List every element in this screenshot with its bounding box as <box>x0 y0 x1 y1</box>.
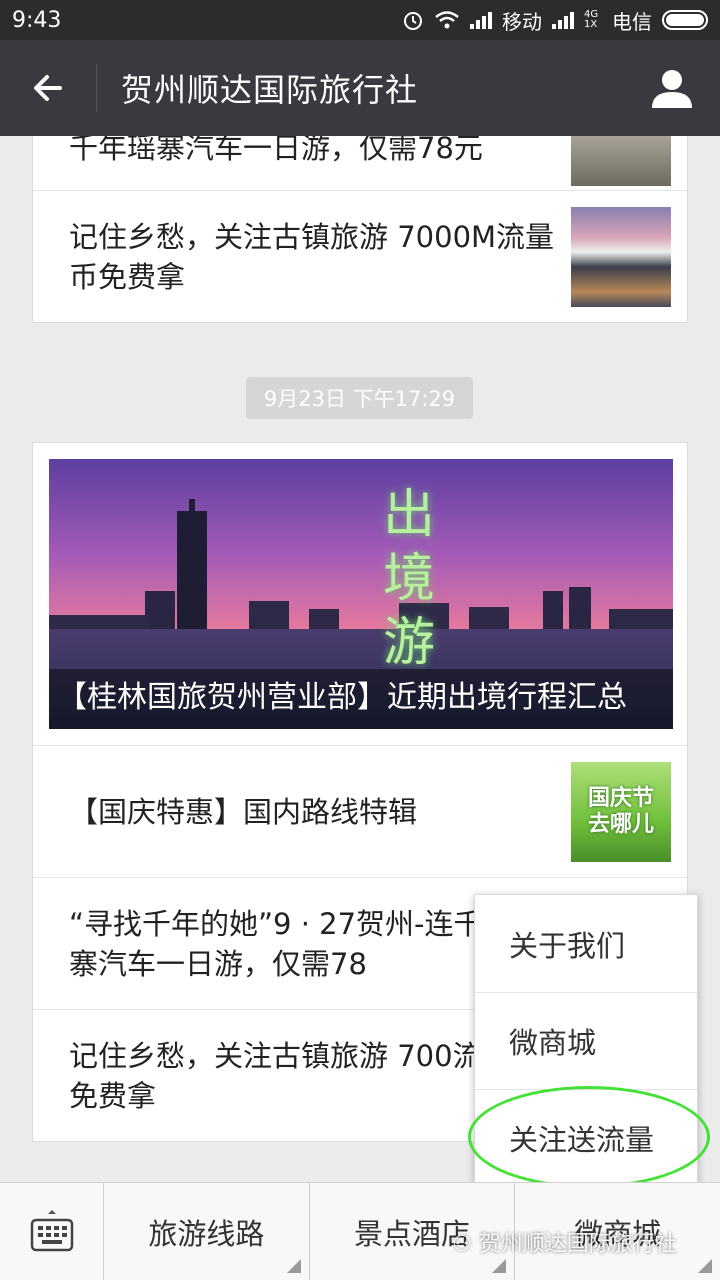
menu-tab-label: 旅游线路 <box>148 1217 265 1251</box>
submenu-indicator-icon <box>286 1259 301 1273</box>
title-divider <box>96 64 97 112</box>
article-title: 千年瑶寨汽车一日游，仅需78元 <box>69 136 483 165</box>
wifi-icon <box>435 11 459 29</box>
article-thumbnail <box>571 136 671 186</box>
status-time: 9:43 <box>12 7 62 33</box>
submenu-popup: 关于我们 微商城 关注送流量 <box>474 894 698 1202</box>
article-item[interactable]: 千年瑶寨汽车一日游，仅需78元 <box>33 136 687 190</box>
menu-item-micro-mall[interactable]: 微商城 <box>475 992 697 1089</box>
city-skyline-image <box>49 499 673 631</box>
article-item[interactable]: 记住乡愁，关注古镇旅游 7000M流量币免费拿 <box>33 190 687 322</box>
network-type-label: 4G 1X <box>584 9 599 30</box>
signal-icon <box>470 11 492 29</box>
back-button[interactable] <box>0 40 96 136</box>
hero-caption: 【桂林国旅贺州营业部】近期出境行程汇总 <box>49 669 673 729</box>
user-icon <box>652 70 692 108</box>
article-thumbnail <box>571 206 671 307</box>
hero-overlay-text: 出境游 <box>382 485 435 673</box>
keyboard-icon <box>30 1210 73 1252</box>
carrier1-label: 移动 <box>502 9 542 34</box>
page-title: 贺州顺达国际旅行社 <box>121 71 419 109</box>
battery-icon <box>662 10 708 30</box>
submenu-indicator-icon <box>492 1259 507 1273</box>
submenu-indicator-icon <box>698 1259 713 1273</box>
arrow-left-icon <box>34 75 62 101</box>
article-card-top: 千年瑶寨汽车一日游，仅需78元 记住乡愁，关注古镇旅游 7000M流量币免费拿 <box>32 136 688 323</box>
article-title: 记住乡愁，关注古镇旅游 7000M流量币免费拿 <box>69 219 555 294</box>
watermark: ⚇ 贺州顺达国际旅行社 <box>452 1226 677 1258</box>
profile-button[interactable] <box>624 40 720 136</box>
message-timestamp: 9月23日 下午17:29 <box>246 377 473 419</box>
watermark-text: 贺州顺达国际旅行社 <box>478 1232 677 1257</box>
keyboard-toggle-button[interactable] <box>0 1183 104 1280</box>
menu-item-about-us[interactable]: 关于我们 <box>475 895 697 992</box>
article-title: 【国庆特惠】国内路线特辑 <box>69 794 418 829</box>
article-thumbnail: 国庆节去哪儿 <box>571 761 671 862</box>
status-icons: 移动 4G 1X 电信 <box>402 6 708 35</box>
carrier2-label: 电信 <box>612 9 652 34</box>
menu-item-follow-data-gift[interactable]: 关注送流量 <box>475 1089 697 1186</box>
thumbnail-text: 国庆节去哪儿 <box>587 785 654 837</box>
wechat-icon: ⚇ <box>452 1232 472 1257</box>
article-item[interactable]: 【国庆特惠】国内路线特辑 国庆节去哪儿 <box>33 745 687 877</box>
title-bar: 贺州顺达国际旅行社 <box>0 40 720 136</box>
hero-article[interactable]: 出境游 【桂林国旅贺州营业部】近期出境行程汇总 <box>49 459 673 729</box>
signal2-icon <box>552 11 574 29</box>
alarm-icon <box>404 12 422 30</box>
status-bar: 9:43 移动 4G 1X 电信 <box>0 0 720 40</box>
menu-tab-travel-routes[interactable]: 旅游线路 <box>104 1183 310 1280</box>
